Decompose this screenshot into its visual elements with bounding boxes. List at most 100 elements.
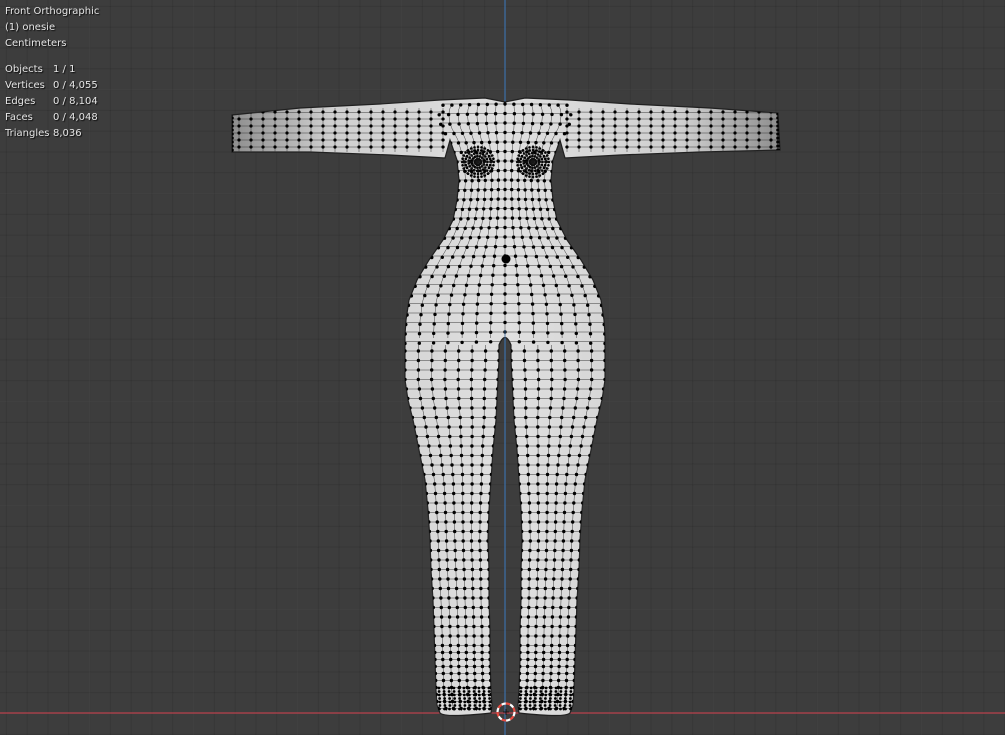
mesh-vertex: [460, 340, 464, 345]
mesh-vertex: [603, 341, 607, 346]
mesh-vertex: [309, 138, 313, 142]
mesh-vertex: [479, 605, 483, 610]
mesh-vertex: [637, 117, 641, 121]
mesh-vertex: [273, 145, 277, 149]
mesh-vertex: [297, 138, 301, 142]
mesh-vertex: [548, 700, 552, 704]
mesh-vertex: [487, 586, 491, 591]
mesh-vertex: [503, 244, 507, 249]
mesh-vertex: [482, 415, 486, 420]
mesh-vertex: [237, 124, 241, 128]
mesh-vertex: [709, 117, 713, 121]
mesh-vertex: [745, 138, 749, 142]
mesh-vertex: [556, 103, 560, 107]
mesh-vertex: [441, 671, 445, 676]
mesh-vertex: [576, 274, 580, 279]
mesh-vertex: [573, 406, 577, 410]
mesh-vertex: [518, 634, 522, 638]
mesh-vertex: [461, 312, 465, 316]
mesh-vertex: [536, 179, 540, 183]
mesh-vertex: [461, 548, 466, 553]
mesh-vertex: [237, 145, 241, 149]
mesh-vertex: [541, 657, 546, 662]
mesh-vertex: [457, 349, 461, 353]
mesh-vertex: [558, 302, 562, 307]
mesh-vertex: [488, 704, 492, 707]
mesh-vertex: [572, 303, 576, 307]
mesh-vertex: [527, 226, 531, 230]
mesh-vertex: [446, 245, 450, 250]
mesh-vertex: [567, 453, 571, 458]
mesh-vertex: [516, 157, 519, 160]
mesh-vertex: [551, 605, 555, 610]
mesh-canvas[interactable]: [0, 0, 1005, 735]
mesh-vertex: [455, 615, 460, 619]
mesh-vertex: [562, 396, 566, 401]
mesh-vertex: [463, 293, 467, 297]
mesh-vertex: [503, 225, 507, 230]
mesh-vertex: [470, 482, 474, 486]
mesh-vertex: [572, 491, 577, 496]
mesh-vertex: [321, 145, 325, 149]
mesh-vertex: [568, 577, 572, 581]
mesh-vertex: [449, 678, 454, 683]
mesh-vertex: [405, 124, 409, 128]
mesh-vertex: [576, 377, 581, 382]
mesh-vertex: [562, 529, 566, 534]
mesh-vertex: [559, 586, 564, 591]
mesh-vertex: [550, 245, 555, 250]
mesh-vertex: [503, 320, 507, 325]
stat-faces: Faces 0 / 4,048: [5, 112, 98, 123]
mesh-vertex: [552, 567, 556, 572]
mesh-vertex: [566, 634, 570, 638]
mesh-vertex: [564, 690, 568, 693]
mesh-vertex: [560, 245, 564, 250]
mesh-vertex: [570, 529, 574, 534]
mesh-vertex: [709, 110, 713, 114]
mesh-vertex: [526, 643, 530, 648]
mesh-vertex: [523, 178, 527, 183]
mesh-vertex: [554, 482, 559, 486]
mesh-vertex: [536, 387, 541, 391]
mesh-vertex: [556, 678, 561, 683]
mesh-vertex: [625, 110, 629, 114]
mesh-vertex: [487, 140, 492, 144]
mesh-vertex: [526, 615, 531, 619]
mesh-vertex: [568, 586, 572, 591]
mesh-vertex: [529, 235, 533, 240]
mesh-vertex: [455, 245, 460, 250]
mesh-vertex: [503, 282, 507, 287]
mesh-vertex: [496, 187, 500, 192]
mesh-vertex: [456, 112, 460, 117]
mesh-vertex: [418, 396, 423, 401]
mesh-vertex: [524, 686, 528, 690]
mesh-vertex: [249, 138, 253, 142]
mesh-vertex: [237, 138, 241, 142]
mesh-vertex: [470, 453, 474, 458]
mesh-vertex: [525, 216, 529, 221]
mesh-vertex: [452, 501, 456, 505]
mesh-vertex: [480, 175, 483, 178]
3d-viewport[interactable]: Front Orthographic (1) onesie Centimeter…: [0, 0, 1005, 735]
mesh-vertex: [745, 124, 749, 128]
mesh-vertex: [520, 131, 524, 135]
mesh-vertex: [261, 138, 265, 142]
mesh-vertex: [544, 690, 548, 693]
mesh-vertex: [447, 425, 451, 429]
mesh-vertex: [249, 124, 253, 128]
mesh-vertex: [776, 136, 780, 140]
mesh-vertex: [549, 650, 554, 655]
object-origin-icon[interactable]: [501, 254, 511, 264]
mesh-vertex: [470, 406, 474, 410]
mesh-vertex: [393, 145, 397, 149]
mesh-vertex: [470, 415, 474, 420]
mesh-vertex: [483, 707, 486, 711]
3d-cursor-icon[interactable]: [496, 702, 516, 722]
mesh-vertex: [448, 643, 453, 648]
mesh-vertex: [446, 415, 450, 420]
mesh-vertex: [454, 586, 459, 591]
stat-objects: Objects 1 / 1: [5, 64, 76, 75]
mesh-vertex: [470, 463, 474, 467]
mesh-vertex: [560, 577, 564, 581]
mesh-vertex: [453, 697, 456, 700]
